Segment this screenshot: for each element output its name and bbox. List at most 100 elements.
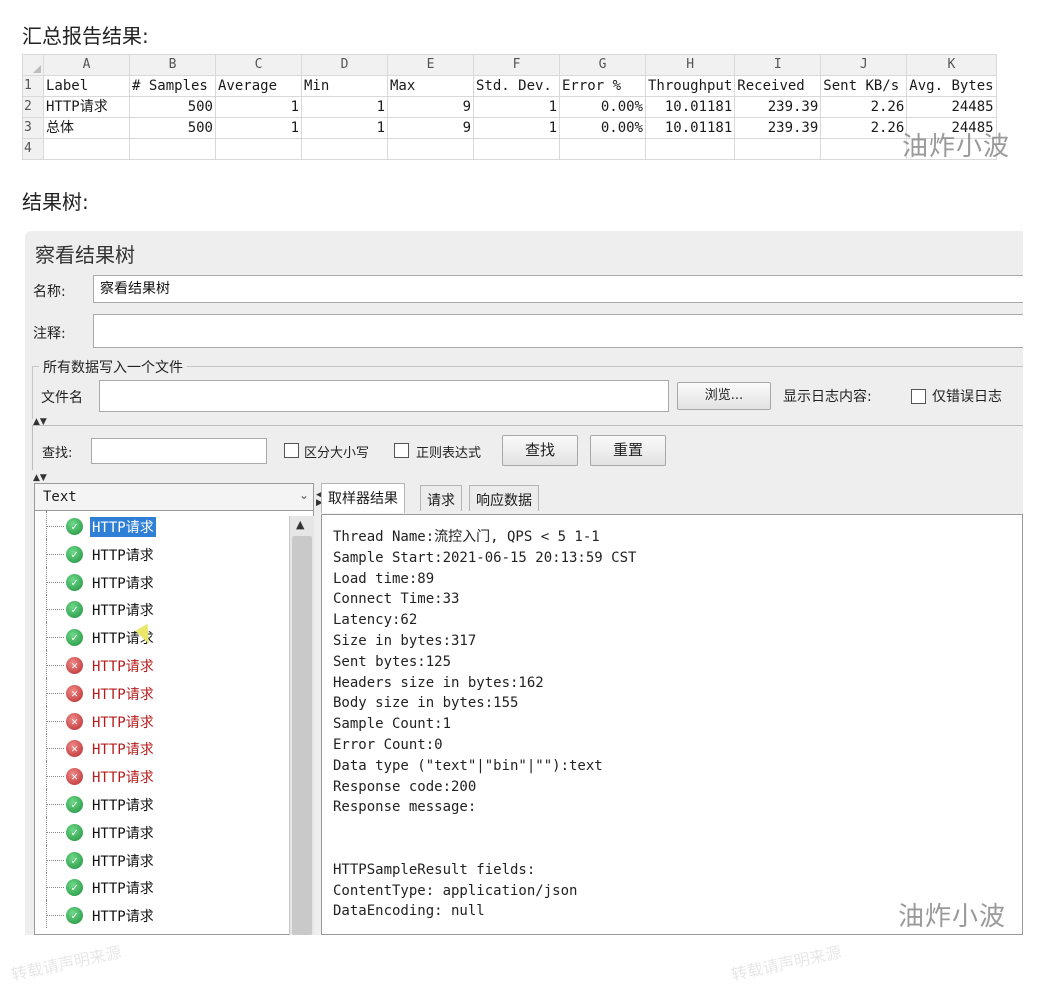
filename-input[interactable] xyxy=(99,380,669,412)
cell[interactable] xyxy=(820,138,908,160)
cell[interactable]: Received xyxy=(734,75,822,97)
cell[interactable]: 1 xyxy=(215,96,302,118)
regex-checkbox[interactable] xyxy=(394,443,409,458)
cell[interactable] xyxy=(387,138,474,160)
tree-item[interactable]: ✓ HTTP请求 xyxy=(34,511,284,539)
reset-button[interactable]: 重置 xyxy=(590,435,666,466)
cell[interactable]: Avg. Bytes xyxy=(906,75,997,97)
cell[interactable]: 1 xyxy=(215,117,302,139)
renderer-value: Text xyxy=(43,489,77,505)
cell[interactable]: Std. Dev. xyxy=(473,75,560,97)
cell[interactable]: 24485 xyxy=(906,96,997,118)
column-header[interactable]: H xyxy=(644,54,736,76)
comment-label: 注释: xyxy=(33,326,66,342)
cell[interactable]: 239.39 xyxy=(734,96,822,118)
row-number[interactable]: 2 xyxy=(22,96,44,118)
tree-item[interactable]: ✕ HTTP请求 xyxy=(34,677,284,706)
cell[interactable]: 500 xyxy=(129,117,216,139)
cell[interactable]: Error % xyxy=(559,75,646,97)
tree-item[interactable]: ✕ HTTP请求 xyxy=(34,761,284,790)
cell[interactable]: Max xyxy=(387,75,474,97)
cell[interactable]: 239.39 xyxy=(734,117,822,139)
tree-item[interactable]: ✓ HTTP请求 xyxy=(34,872,284,901)
cell[interactable] xyxy=(129,138,216,160)
column-header[interactable]: G xyxy=(559,54,646,76)
search-input[interactable] xyxy=(91,438,267,464)
comment-field[interactable] xyxy=(93,314,1023,348)
name-field[interactable]: 察看结果树 xyxy=(93,275,1023,303)
row-number[interactable]: 4 xyxy=(22,138,44,160)
cell[interactable] xyxy=(734,138,822,160)
column-header[interactable]: C xyxy=(215,54,302,76)
column-header[interactable]: A xyxy=(43,54,130,76)
tree-item[interactable]: ✓ HTTP请求 xyxy=(34,622,284,651)
cell[interactable]: 2.26 xyxy=(820,96,908,118)
tree-connector xyxy=(46,733,47,762)
cell[interactable]: 2.26 xyxy=(820,117,908,139)
tab-response-data[interactable]: 响应数据 xyxy=(469,485,539,511)
cell[interactable]: # Samples xyxy=(129,75,216,97)
cell[interactable]: Min xyxy=(301,75,388,97)
cell[interactable]: 1 xyxy=(473,96,560,118)
tree-item[interactable]: ✓ HTTP请求 xyxy=(34,594,284,623)
tree-connector xyxy=(46,553,64,555)
tab-sampler-result[interactable]: 取样器结果 xyxy=(321,483,405,513)
cell[interactable]: 1 xyxy=(473,117,560,139)
case-sensitive-checkbox[interactable] xyxy=(284,443,299,458)
cell[interactable] xyxy=(43,138,130,160)
cell[interactable]: Label xyxy=(43,75,130,97)
tree-item[interactable]: ✓ HTTP请求 xyxy=(34,538,284,567)
cell[interactable] xyxy=(301,138,388,160)
scroll-up-icon[interactable]: ▲ xyxy=(296,518,304,531)
cell[interactable]: Average xyxy=(215,75,302,97)
column-header[interactable]: J xyxy=(820,54,908,76)
browse-button[interactable]: 浏览... xyxy=(677,382,771,410)
select-all-corner[interactable] xyxy=(22,54,44,76)
cell[interactable] xyxy=(215,138,302,160)
cell[interactable] xyxy=(644,138,736,160)
cell[interactable]: 9 xyxy=(387,117,474,139)
tree-item[interactable]: ✕ HTTP请求 xyxy=(34,733,284,762)
cell[interactable]: 1 xyxy=(301,96,388,118)
cell[interactable]: 0.00% xyxy=(559,96,646,118)
scroll-thumb[interactable] xyxy=(292,536,312,935)
tree-item[interactable]: ✓ HTTP请求 xyxy=(34,816,284,845)
tree-item[interactable]: ✓ HTTP请求 xyxy=(34,844,284,873)
cell[interactable]: Throughput xyxy=(644,75,736,97)
splitter-arrows-icon[interactable]: ▲▼ xyxy=(33,473,47,483)
cell[interactable]: 10.01181 xyxy=(644,117,736,139)
cell[interactable]: Sent KB/s xyxy=(820,75,908,97)
tree-item[interactable]: ✓ HTTP请求 xyxy=(34,566,284,595)
column-header[interactable]: F xyxy=(473,54,560,76)
column-header[interactable]: D xyxy=(301,54,388,76)
table-row: 2 HTTP请求 500 1 1 9 1 0.00% 10.01181 239.… xyxy=(22,96,997,118)
tree-item[interactable]: ✓ HTTP请求 xyxy=(34,900,284,929)
cell[interactable] xyxy=(473,138,560,160)
sampler-result-text[interactable]: Thread Name:流控入门, QPS < 5 1-1 Sample Sta… xyxy=(321,514,1023,935)
cell[interactable]: HTTP请求 xyxy=(43,96,130,118)
tree-item[interactable]: ✕ HTTP请求 xyxy=(34,705,284,734)
column-header[interactable]: E xyxy=(387,54,474,76)
cell[interactable]: 500 xyxy=(129,96,216,118)
column-header[interactable]: B xyxy=(129,54,216,76)
errors-only-checkbox[interactable] xyxy=(911,389,926,404)
tree-scrollbar[interactable]: ▲ xyxy=(289,516,314,935)
tab-request[interactable]: 请求 xyxy=(420,485,462,511)
cell[interactable]: 1 xyxy=(301,117,388,139)
tree-item[interactable]: ✓ HTTP请求 xyxy=(34,789,284,817)
column-header[interactable]: K xyxy=(906,54,997,76)
cell[interactable]: 9 xyxy=(387,96,474,118)
tree-item[interactable]: ✕ HTTP请求 xyxy=(34,650,284,678)
find-button[interactable]: 查找 xyxy=(502,435,578,466)
cell[interactable]: 10.01181 xyxy=(644,96,736,118)
tree-connector xyxy=(46,859,64,861)
cell[interactable]: 总体 xyxy=(43,117,130,139)
column-header[interactable]: I xyxy=(734,54,822,76)
renderer-select[interactable]: Text ⌄ xyxy=(34,483,314,511)
cell[interactable] xyxy=(559,138,646,160)
cell[interactable]: 0.00% xyxy=(559,117,646,139)
row-number[interactable]: 3 xyxy=(22,117,44,139)
row-number[interactable]: 1 xyxy=(22,75,44,97)
error-shield-icon: ✕ xyxy=(66,712,83,730)
error-shield-icon: ✕ xyxy=(66,684,83,702)
